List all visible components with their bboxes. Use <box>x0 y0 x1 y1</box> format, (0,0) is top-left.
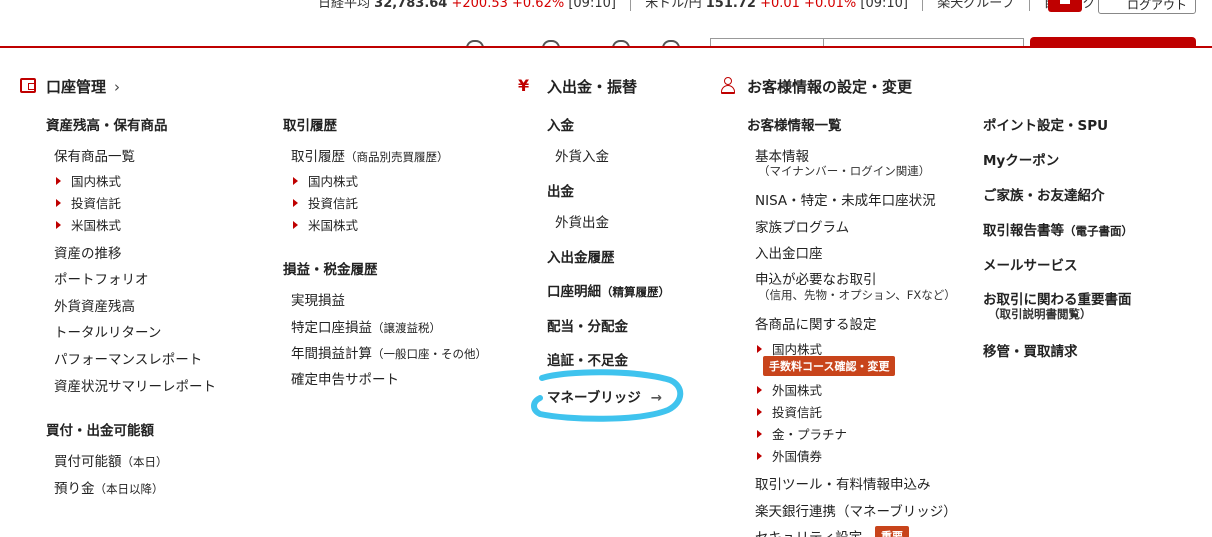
important-documents-note: （取引説明書閲覧） <box>988 307 1092 321</box>
settings-fund-link[interactable]: 投資信託 <box>757 402 822 421</box>
tax-history-heading[interactable]: 損益・税金履歴 <box>283 258 378 278</box>
fee-course-badge[interactable]: 手数料コース確認・変更 <box>763 356 896 376</box>
tax-return-support-link[interactable]: 確定申告サポート <box>291 368 399 388</box>
portfolio-link[interactable]: ポートフォリオ <box>54 268 149 288</box>
history-domestic-stock-link[interactable]: 国内株式 <box>293 171 358 190</box>
buying-power-heading[interactable]: 買付・出金可能額 <box>46 419 154 439</box>
deposit-heading[interactable]: 入金 <box>547 114 574 134</box>
chevron-right-icon: › <box>114 78 121 96</box>
basic-info-note: （マイナンバー・ログイン関連） <box>758 164 931 178</box>
summary-report-link[interactable]: 資産状況サマリーレポート <box>54 375 216 395</box>
fx-withdraw-link[interactable]: 外貨出金 <box>555 211 609 231</box>
usdjpy-value: 151.72 <box>705 0 756 11</box>
search-input[interactable] <box>710 38 1024 46</box>
holdings-us-stock-link[interactable]: 米国株式 <box>56 215 121 234</box>
market-ticker: 日経平均 32,783.64 +200.53 +0.62% [09:10] 米ド… <box>318 0 1135 11</box>
nisa-status-link[interactable]: NISA・特定・未成年口座状況 <box>755 189 936 209</box>
search-icon[interactable] <box>466 40 484 46</box>
group-link[interactable]: 楽天グループ <box>937 0 1014 11</box>
settings-gold-platinum-link[interactable]: 金・プラチナ <box>757 424 847 443</box>
specific-account-pl-link[interactable]: 特定口座損益（譲渡益税） <box>291 316 441 336</box>
funds-transfer-title[interactable]: 入出金・振替 <box>547 76 637 97</box>
bank-account-link[interactable]: 入出金口座 <box>755 242 823 262</box>
trade-history-link[interactable]: 取引履歴（商品別売買履歴） <box>291 145 449 165</box>
account-statement-link[interactable]: 口座明細（精算履歴） <box>547 280 670 300</box>
trading-tools-link[interactable]: 取引ツール・有料情報申込み <box>755 473 931 493</box>
fx-balance-link[interactable]: 外貨資産残高 <box>54 295 135 315</box>
security-settings-link[interactable]: セキュリティ設定 <box>755 526 862 537</box>
points-settings-link[interactable]: ポイント設定・SPU <box>983 114 1108 134</box>
top-bar: 日経平均 32,783.64 +200.53 +0.62% [09:10] 米ド… <box>0 0 1212 48</box>
nikkei-label: 日経平均 <box>318 0 371 11</box>
mail-service-link[interactable]: メールサービス <box>983 254 1078 274</box>
deposit-balance-link[interactable]: 預り金（本日以降） <box>54 477 164 497</box>
list-icon[interactable] <box>542 40 560 46</box>
my-coupon-link[interactable]: Myクーポン <box>983 149 1059 169</box>
history-fund-link[interactable]: 投資信託 <box>293 193 358 212</box>
account-management-title[interactable]: 口座管理 › <box>46 76 120 97</box>
performance-report-link[interactable]: パフォーマンスレポート <box>54 348 202 368</box>
auto-logout-toggle[interactable] <box>1048 0 1082 12</box>
arrow-right-icon: → <box>650 390 663 406</box>
yen-icon: ¥ <box>518 76 530 95</box>
transfer-request-link[interactable]: 移管・買取請求 <box>983 340 1078 360</box>
search-button[interactable] <box>1030 37 1196 46</box>
important-badge: 重要 <box>875 526 909 537</box>
referral-link[interactable]: ご家族・お友達紹介 <box>983 184 1105 204</box>
withdraw-heading[interactable]: 出金 <box>547 180 574 200</box>
settings-foreign-bond-link[interactable]: 外国債券 <box>757 446 822 465</box>
holdings-domestic-stock-link[interactable]: 国内株式 <box>56 171 121 190</box>
total-return-link[interactable]: トータルリターン <box>54 321 161 341</box>
trade-reports-link[interactable]: 取引報告書等（電子書面） <box>983 219 1133 239</box>
gear-icon[interactable] <box>612 40 630 46</box>
buying-power-link[interactable]: 買付可能額（本日） <box>54 450 168 470</box>
important-documents-link[interactable]: お取引に関わる重要書面 <box>983 288 1132 308</box>
usdjpy-change: +0.01 +0.01% <box>760 0 857 11</box>
product-settings-link[interactable]: 各商品に関する設定 <box>755 313 877 333</box>
basic-info-link[interactable]: 基本情報 <box>755 145 809 165</box>
nikkei-change: +200.53 +0.62% <box>451 0 565 11</box>
settings-foreign-stock-link[interactable]: 外国株式 <box>757 380 822 399</box>
family-program-link[interactable]: 家族プログラム <box>755 216 849 236</box>
wallet-icon <box>20 78 36 93</box>
holdings-list-link[interactable]: 保有商品一覧 <box>54 145 135 165</box>
asset-trend-link[interactable]: 資産の推移 <box>54 242 122 262</box>
apply-trading-link[interactable]: 申込が必要なお取引 <box>755 268 877 288</box>
chart-icon[interactable] <box>662 40 680 46</box>
usdjpy-time: [09:10] <box>860 0 908 11</box>
fx-deposit-link[interactable]: 外貨入金 <box>555 145 609 165</box>
margin-call-link[interactable]: 追証・不足金 <box>547 349 628 369</box>
funds-history-link[interactable]: 入出金履歴 <box>547 246 615 266</box>
nikkei-value: 32,783.64 <box>374 0 448 11</box>
dividend-link[interactable]: 配当・分配金 <box>547 315 628 335</box>
usdjpy-label: 米ドル/円 <box>645 0 702 11</box>
customer-settings-title[interactable]: お客様情報の設定・変更 <box>747 76 912 97</box>
trade-history-heading[interactable]: 取引履歴 <box>283 114 337 134</box>
holdings-fund-link[interactable]: 投資信託 <box>56 193 121 212</box>
history-us-stock-link[interactable]: 米国株式 <box>293 215 358 234</box>
user-icon <box>720 76 736 96</box>
holdings-heading[interactable]: 資産残高・保有商品 <box>46 114 168 134</box>
annual-pl-link[interactable]: 年間損益計算（一般口座・その他） <box>291 342 487 362</box>
rakuten-bank-link[interactable]: 楽天銀行連携（マネーブリッジ） <box>755 500 957 520</box>
realized-pl-link[interactable]: 実現損益 <box>291 289 345 309</box>
apply-trading-note: （信用、先物・オプション、FXなど） <box>758 288 956 302</box>
money-bridge-link[interactable]: マネーブリッジ → <box>547 386 662 406</box>
customer-info-heading[interactable]: お客様情報一覧 <box>747 114 842 134</box>
logout-button[interactable]: ログアウト <box>1098 0 1196 14</box>
nikkei-time: [09:10] <box>568 0 616 11</box>
